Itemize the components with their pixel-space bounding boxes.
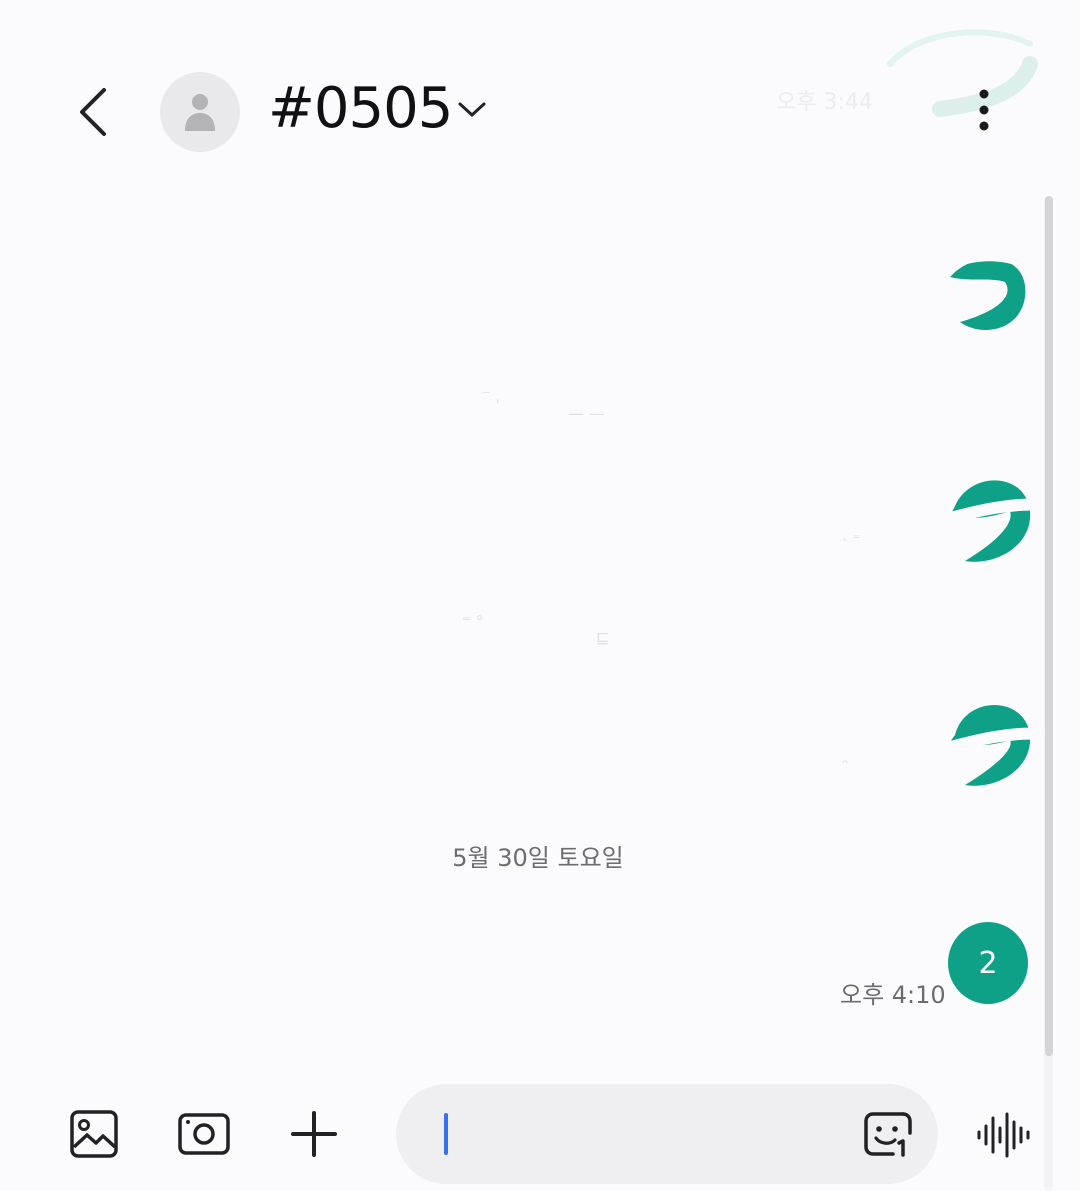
camera-button[interactable] bbox=[176, 1106, 232, 1162]
date-separator: 5월 30일 토요일 bbox=[0, 838, 1080, 873]
message-timestamp: 오후 4:10 bbox=[840, 981, 946, 1009]
voice-record-button[interactable] bbox=[974, 1108, 1034, 1162]
chevron-down-icon bbox=[458, 102, 486, 117]
message-input[interactable] bbox=[396, 1084, 938, 1184]
redacted-text-fragment: ⁻ ˌ bbox=[482, 386, 500, 405]
emoji-sticker-icon bbox=[864, 1112, 912, 1157]
redacted-text-fragment: — — bbox=[568, 404, 606, 423]
person-icon bbox=[185, 94, 215, 131]
date-separator-label: 5월 30일 토요일 bbox=[452, 844, 624, 872]
redacted-text-fragment: · ⁼ bbox=[842, 530, 861, 549]
redacted-text-fragment: ⁼ ° bbox=[462, 612, 484, 631]
redacted-text-fragment: ᵔ bbox=[842, 756, 849, 775]
more-options-button[interactable] bbox=[960, 82, 1008, 138]
voice-waveform-icon bbox=[977, 1112, 1030, 1158]
redacted-text-fragment: ⊑ bbox=[596, 628, 610, 647]
message-text: 2 bbox=[978, 945, 998, 981]
header-timestamp: 오후 3:44 bbox=[776, 90, 873, 115]
gallery-button[interactable] bbox=[66, 1106, 122, 1162]
plus-icon bbox=[291, 1111, 337, 1157]
sent-message-bubble[interactable]: 2 bbox=[948, 922, 1028, 1004]
messages-conversation-screen: #0505 오후 3:44 ⁻ ˌ — — · ⁼ ⁼ ° ⊑ ᵔ 5월 30일 bbox=[0, 0, 1080, 1191]
redacted-message-bubble bbox=[935, 705, 1045, 786]
camera-icon bbox=[178, 1113, 230, 1155]
sticker-button[interactable] bbox=[860, 1106, 916, 1162]
redacted-message-bubble bbox=[935, 480, 1045, 562]
conversation-title[interactable]: #0505 bbox=[268, 76, 453, 142]
attach-button[interactable] bbox=[286, 1106, 342, 1162]
image-icon bbox=[70, 1110, 118, 1158]
title-dropdown-button[interactable] bbox=[454, 92, 490, 128]
contact-avatar[interactable] bbox=[160, 72, 240, 152]
chevron-left-icon bbox=[80, 88, 106, 136]
back-button[interactable] bbox=[62, 80, 126, 144]
scrollbar-thumb[interactable] bbox=[1045, 196, 1053, 1056]
text-cursor bbox=[444, 1113, 448, 1155]
more-vertical-icon bbox=[979, 89, 989, 131]
redacted-message-bubble bbox=[940, 251, 1040, 330]
